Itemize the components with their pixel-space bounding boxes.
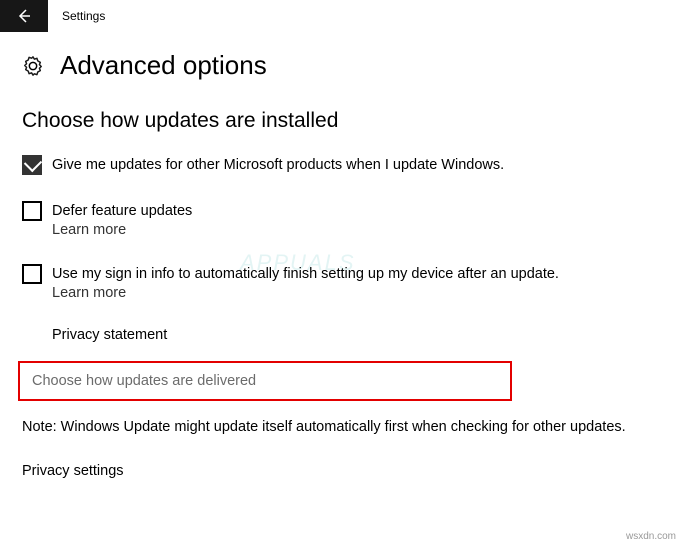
option-defer-feature: Defer feature updates Learn more xyxy=(22,201,662,238)
note-text: Note: Windows Update might update itself… xyxy=(22,419,662,435)
content-area: Advanced options Choose how updates are … xyxy=(0,32,684,479)
option-label: Use my sign in info to automatically fin… xyxy=(52,264,559,284)
checkbox-sign-in-setup[interactable] xyxy=(22,264,42,284)
option-sign-in-setup: Use my sign in info to automatically fin… xyxy=(22,264,662,301)
privacy-settings-link[interactable]: Privacy settings xyxy=(22,463,662,479)
section-heading: Choose how updates are installed xyxy=(22,109,662,133)
checkbox-defer-feature[interactable] xyxy=(22,201,42,221)
option-label: Give me updates for other Microsoft prod… xyxy=(52,155,504,175)
footer-brand: wsxdn.com xyxy=(626,531,676,542)
choose-delivery-link[interactable]: Choose how updates are delivered xyxy=(18,361,512,401)
page-header: Advanced options xyxy=(22,50,662,81)
window-title: Settings xyxy=(62,9,105,23)
privacy-statement-link[interactable]: Privacy statement xyxy=(52,327,662,343)
back-button[interactable] xyxy=(0,0,48,32)
page-title: Advanced options xyxy=(60,50,267,81)
learn-more-defer[interactable]: Learn more xyxy=(52,222,126,238)
checkbox-microsoft-products[interactable] xyxy=(22,155,42,175)
gear-icon xyxy=(22,55,44,77)
arrow-left-icon xyxy=(16,8,32,24)
titlebar: Settings xyxy=(0,0,684,32)
learn-more-sign-in[interactable]: Learn more xyxy=(52,285,126,301)
option-microsoft-products: Give me updates for other Microsoft prod… xyxy=(22,155,662,175)
option-label: Defer feature updates xyxy=(52,201,192,221)
